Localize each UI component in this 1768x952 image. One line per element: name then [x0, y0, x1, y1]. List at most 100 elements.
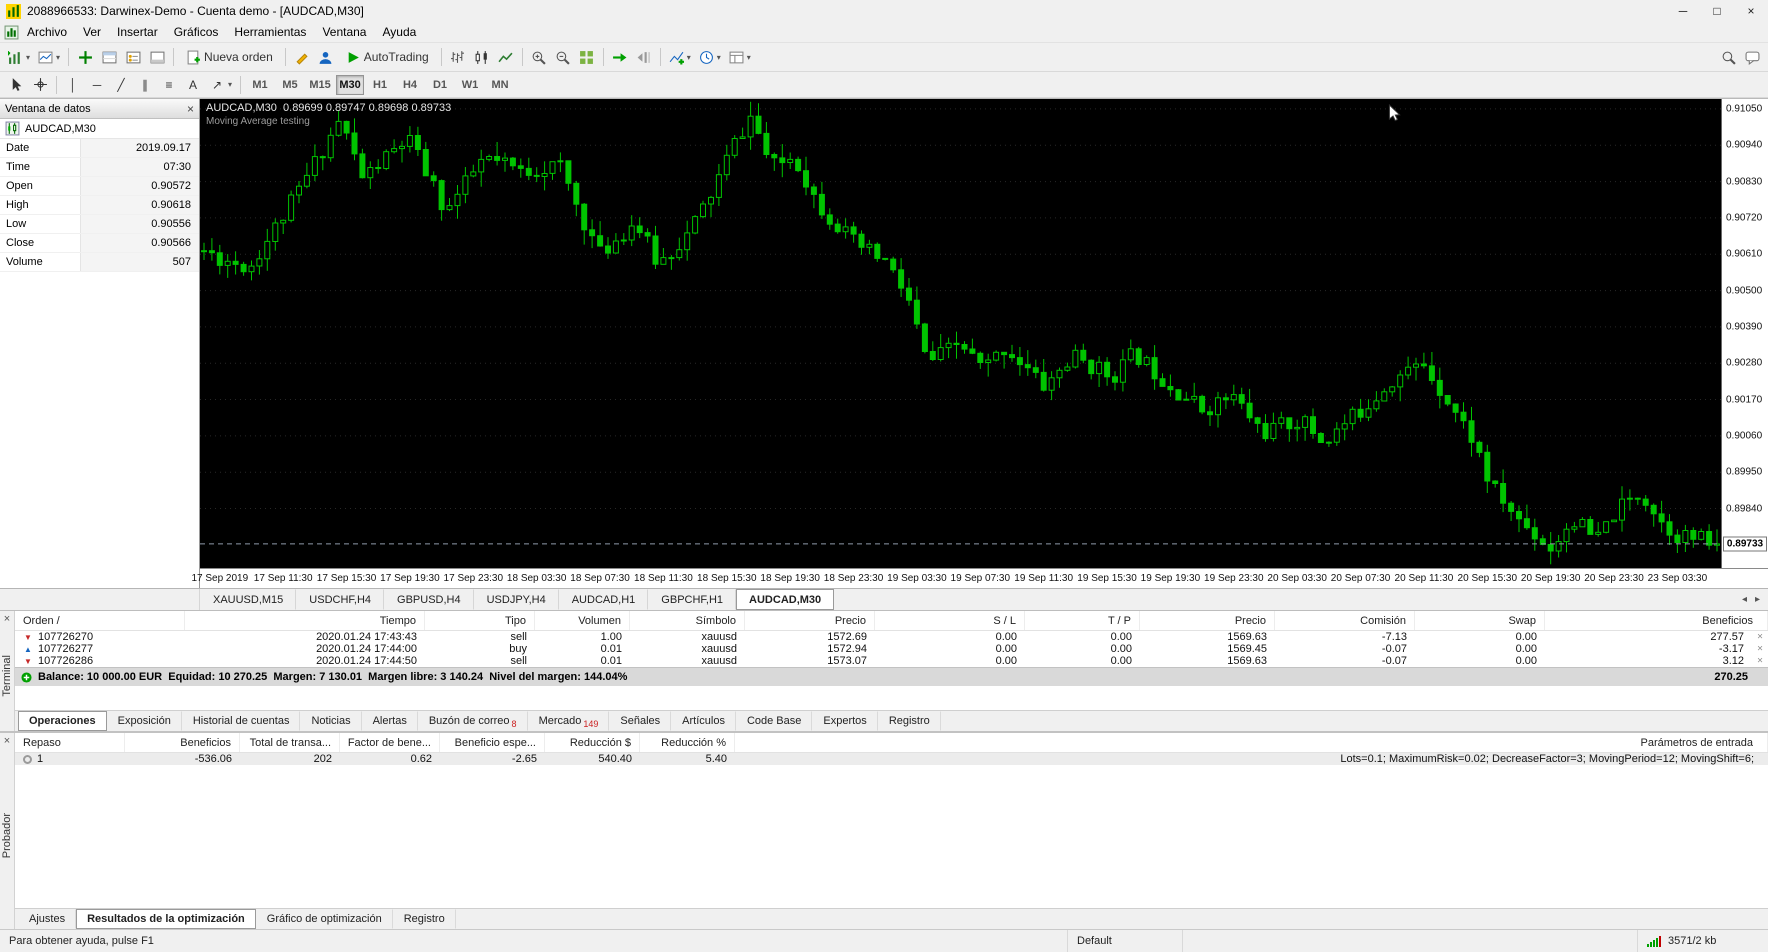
maximize-button[interactable]: □ — [1700, 0, 1734, 22]
timeframe-button[interactable]: D1 — [426, 75, 454, 95]
status-profile[interactable]: Default — [1068, 930, 1183, 952]
column-header[interactable]: Beneficios — [125, 733, 240, 752]
tester-tab[interactable]: Gráfico de optimización — [256, 909, 393, 929]
terminal-tab[interactable]: Code Base — [736, 711, 813, 731]
data-window-button[interactable] — [97, 46, 121, 68]
close-order-icon[interactable]: × — [1757, 656, 1763, 667]
order-row[interactable]: ▼ 107726270 2020.01.24 17:43:43 sell 1.00… — [15, 631, 1768, 643]
chart-line-button[interactable] — [494, 46, 518, 68]
new-chart-button[interactable]: ▾ — [4, 46, 34, 68]
menu-item[interactable]: Ventana — [314, 23, 374, 41]
timeframe-button[interactable]: M15 — [306, 75, 334, 95]
column-header[interactable]: Tipo — [425, 611, 535, 630]
column-header[interactable]: S / L — [875, 611, 1025, 630]
column-header[interactable]: Orden / — [15, 611, 185, 630]
menu-item[interactable]: Gráficos — [166, 23, 227, 41]
menu-item[interactable]: Archivo — [19, 23, 75, 41]
column-header[interactable]: Comisión — [1275, 611, 1415, 630]
terminal-tab[interactable]: Alertas — [362, 711, 418, 731]
terminal-tab[interactable]: Noticias — [300, 711, 362, 731]
fibonacci-tool-button[interactable]: ≡ — [157, 74, 181, 96]
column-header[interactable]: Símbolo — [630, 611, 745, 630]
new-order-button[interactable]: Nueva orden — [178, 46, 281, 68]
column-header[interactable]: Volumen — [535, 611, 630, 630]
trendline-tool-button[interactable]: ╱ — [109, 74, 133, 96]
auto-scroll-button[interactable] — [608, 46, 632, 68]
templates-button[interactable]: ▾ — [725, 46, 755, 68]
chart-candles-button[interactable] — [470, 46, 494, 68]
timeframe-button[interactable]: MN — [486, 75, 514, 95]
vertical-line-tool-button[interactable]: │ — [61, 74, 85, 96]
community-button[interactable] — [314, 46, 338, 68]
zoom-in-button[interactable] — [527, 46, 551, 68]
chart-shift-button[interactable] — [632, 46, 656, 68]
chart-tab[interactable]: GBPUSD,H4 — [384, 589, 474, 610]
terminal-tab[interactable]: Mercado 149 — [528, 711, 610, 731]
terminal-button[interactable] — [145, 46, 169, 68]
menu-item[interactable]: Insertar — [109, 23, 166, 41]
terminal-tab[interactable]: Operaciones — [18, 711, 107, 731]
chart-menu-icon[interactable] — [4, 25, 19, 40]
timeframe-button[interactable]: W1 — [456, 75, 484, 95]
periods-button[interactable]: ▾ — [695, 46, 725, 68]
chart-bars-button[interactable] — [446, 46, 470, 68]
autotrading-button[interactable]: AutoTrading — [338, 46, 437, 68]
terminal-tab[interactable]: Buzón de correo 8 — [418, 711, 528, 731]
minimize-button[interactable]: ─ — [1666, 0, 1700, 22]
indicators-button[interactable]: ▾ — [665, 46, 695, 68]
navigator-button[interactable] — [121, 46, 145, 68]
tester-tab[interactable]: Registro — [393, 909, 456, 929]
tester-tab[interactable]: Resultados de la optimización — [76, 909, 256, 929]
timeframe-button[interactable]: M30 — [336, 74, 365, 95]
chat-button[interactable] — [1740, 46, 1764, 68]
timeframe-button[interactable]: M1 — [246, 75, 274, 95]
optimization-pass-row[interactable]: 1 -536.06 202 0.62 -2.65 540.40 5.40 Lot… — [15, 753, 1768, 765]
chart-tab[interactable]: USDJPY,H4 — [474, 589, 559, 610]
crosshair-tool-button[interactable] — [28, 74, 52, 96]
metaeditor-button[interactable] — [290, 46, 314, 68]
timeframe-button[interactable]: M5 — [276, 75, 304, 95]
column-header[interactable]: Beneficios — [1545, 611, 1768, 630]
column-header[interactable]: Precio — [745, 611, 875, 630]
close-order-icon[interactable]: × — [1757, 632, 1763, 643]
tile-windows-button[interactable] — [575, 46, 599, 68]
price-axis[interactable]: 0.91050 0.90940 0.90830 0.90720 0.90610 0.905… — [1721, 99, 1768, 568]
column-header[interactable]: Precio — [1140, 611, 1275, 630]
column-header[interactable]: Parámetros de entrada — [735, 733, 1768, 752]
time-axis[interactable]: 17 Sep 2019 17 Sep 11:30 17 Sep 15:30 17 Se… — [191, 568, 1768, 588]
chart-tab[interactable]: XAUUSD,M15 — [200, 589, 297, 610]
horizontal-line-tool-button[interactable]: ─ — [85, 74, 109, 96]
close-tester-icon[interactable]: × — [4, 736, 10, 747]
column-header[interactable]: Repaso — [15, 733, 125, 752]
arrows-tool-button[interactable]: ↗ ▾ — [205, 74, 236, 96]
scroll-right-icon[interactable]: ▸ — [1755, 594, 1760, 605]
column-header[interactable]: Reducción $ — [545, 733, 640, 752]
chart-tab[interactable]: AUDCAD,H1 — [559, 589, 649, 610]
chart-tab[interactable]: AUDCAD,M30 — [736, 589, 835, 610]
column-header[interactable]: T / P — [1025, 611, 1140, 630]
order-row[interactable]: ▲ 107726277 2020.01.24 17:44:00 buy 0.01 … — [15, 643, 1768, 655]
market-watch-button[interactable] — [73, 46, 97, 68]
search-button[interactable] — [1716, 46, 1740, 68]
timeframe-button[interactable]: H1 — [366, 75, 394, 95]
column-header[interactable]: Beneficio espe... — [440, 733, 545, 752]
chart-tab[interactable]: USDCHF,H4 — [296, 589, 385, 610]
timeframe-button[interactable]: H4 — [396, 75, 424, 95]
close-button[interactable]: × — [1734, 0, 1768, 22]
column-header[interactable]: Swap — [1415, 611, 1545, 630]
profiles-button[interactable]: ▾ — [34, 46, 64, 68]
channel-tool-button[interactable]: ∥ — [133, 74, 157, 96]
column-header[interactable]: Reducción % — [640, 733, 735, 752]
chart-tab[interactable]: GBPCHF,H1 — [648, 589, 737, 610]
zoom-out-button[interactable] — [551, 46, 575, 68]
terminal-tab[interactable]: Señales — [609, 711, 672, 731]
close-terminal-icon[interactable]: × — [4, 614, 10, 625]
terminal-tab[interactable]: Artículos — [671, 711, 736, 731]
menu-item[interactable]: Ver — [75, 23, 109, 41]
close-icon[interactable]: × — [187, 102, 194, 116]
tester-tab[interactable]: Ajustes — [18, 909, 77, 929]
menu-item[interactable]: Ayuda — [374, 23, 424, 41]
scroll-left-icon[interactable]: ◂ — [1742, 594, 1747, 605]
terminal-tab[interactable]: Historial de cuentas — [182, 711, 301, 731]
menu-item[interactable]: Herramientas — [226, 23, 314, 41]
